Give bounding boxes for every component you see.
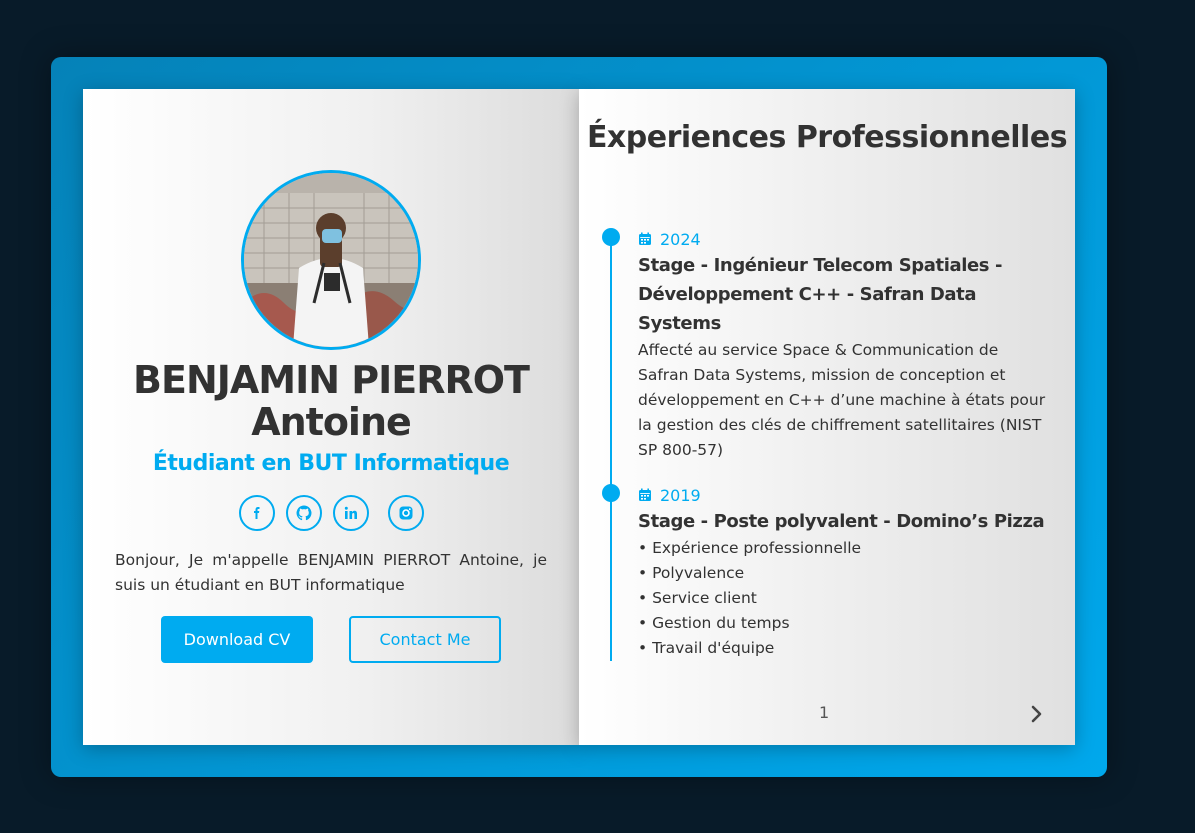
social-links xyxy=(83,495,579,531)
profile-name: BENJAMIN PIERROT Antoine xyxy=(133,358,530,444)
experience-description: Affecté au service Space & Communication… xyxy=(638,341,1046,459)
download-cv-button[interactable]: Download CV xyxy=(161,616,313,663)
experience-bullet: • Service client xyxy=(638,589,757,607)
experience-bullet: • Travail d'équipe xyxy=(638,639,775,657)
github-link[interactable] xyxy=(285,495,322,531)
page-number: 1 xyxy=(819,703,830,722)
experience-year-label: 2019 xyxy=(660,485,701,505)
experience-job-title: Stage - Ingénieur Telecom Spatiales - Dé… xyxy=(638,255,1003,334)
instagram-link[interactable] xyxy=(387,495,424,531)
experience-year: 2024 xyxy=(638,227,1048,251)
experience-item: 2019 Stage - Poste polyvalent - Domino’s… xyxy=(638,483,1048,661)
calendar-icon xyxy=(639,488,651,501)
timeline-dot xyxy=(602,484,620,502)
profile-subtitle: Étudiant en BUT Informatique xyxy=(152,451,510,476)
experiences-page: Éxperiences Professionnelles 2024 Stage … xyxy=(579,89,1075,745)
linkedin-link[interactable] xyxy=(332,495,369,531)
experience-job-title: Stage - Poste polyvalent - Domino’s Pizz… xyxy=(638,511,1045,532)
experience-bullet: • Gestion du temps xyxy=(638,614,790,632)
avatar xyxy=(241,170,421,350)
experience-bullet: • Expérience professionnelle xyxy=(638,539,862,557)
experience-item: 2024 Stage - Ingénieur Telecom Spatiales… xyxy=(638,227,1048,463)
facebook-link[interactable] xyxy=(238,495,275,531)
experience-year: 2019 xyxy=(638,483,1048,507)
linkedin-icon xyxy=(344,506,357,519)
timeline-line xyxy=(610,239,612,661)
facebook-icon xyxy=(253,507,259,519)
instagram-icon xyxy=(399,506,412,520)
github-icon xyxy=(296,505,311,521)
profile-page: BENJAMIN PIERROT Antoine Étudiant en BUT… xyxy=(83,89,579,745)
intro-text: Bonjour, Je m'appelle BENJAMIN PIERROT A… xyxy=(115,551,547,594)
calendar-icon xyxy=(639,232,651,245)
contact-me-button[interactable]: Contact Me xyxy=(349,616,501,663)
timeline-dot xyxy=(602,228,620,246)
chevron-right-icon[interactable] xyxy=(1029,704,1045,724)
experiences-title: Éxperiences Professionnelles xyxy=(586,120,1068,155)
experience-year-label: 2024 xyxy=(660,229,701,249)
experience-bullet: • Polyvalence xyxy=(638,564,745,582)
